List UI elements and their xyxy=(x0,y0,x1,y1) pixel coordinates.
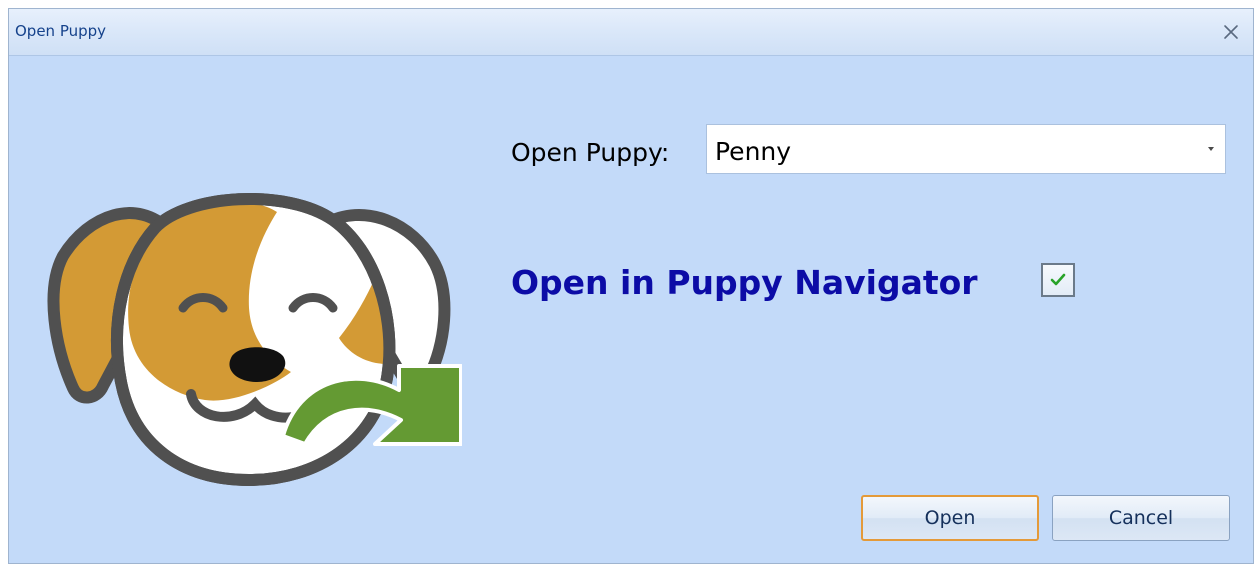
puppy-select-dropdown-button[interactable] xyxy=(1197,125,1225,173)
dialog-content: Open Puppy: Penny Open in Puppy Navigato… xyxy=(9,56,1253,563)
chevron-down-icon xyxy=(1208,147,1214,151)
open-puppy-label: Open Puppy: xyxy=(511,138,670,167)
open-in-navigator-label: Open in Puppy Navigator xyxy=(511,263,978,302)
open-in-navigator-checkbox[interactable] xyxy=(1041,263,1075,297)
title-bar[interactable]: Open Puppy xyxy=(9,9,1253,56)
close-button[interactable] xyxy=(1215,17,1247,47)
check-icon xyxy=(1050,273,1066,286)
puppy-select-value: Penny xyxy=(715,137,792,166)
open-puppy-dialog: Open Puppy Open Puppy: Penny Open in Pup… xyxy=(8,8,1254,564)
puppy-logo-icon xyxy=(47,193,462,486)
cancel-button[interactable]: Cancel xyxy=(1052,495,1230,541)
window-title: Open Puppy xyxy=(15,22,107,40)
open-button[interactable]: Open xyxy=(861,495,1039,541)
puppy-select[interactable]: Penny xyxy=(706,124,1226,174)
close-icon xyxy=(1224,25,1238,39)
